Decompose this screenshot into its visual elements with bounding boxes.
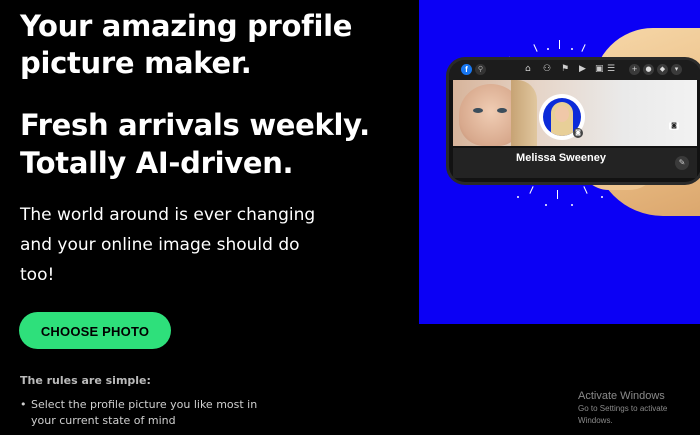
marketplace-icon: ▣: [595, 64, 604, 74]
avatar-face: [555, 106, 569, 122]
phone-top-bar: f ⚲ ⌂ ⚇ ⚑ ▶ ▣ ☰ + ● ◆ ▾: [449, 60, 700, 80]
choose-photo-button[interactable]: CHOOSE PHOTO: [19, 312, 171, 349]
notification-icon: ◆: [657, 64, 668, 75]
camera-icon: ◙: [669, 122, 679, 130]
sparkle-dot: [517, 196, 519, 198]
rule-text: Select the profile picture you like most…: [31, 398, 258, 427]
sparkle-ray: [559, 40, 560, 49]
flag-icon: ⚑: [561, 64, 570, 74]
promo-image: f ⚲ ⌂ ⚇ ⚑ ▶ ▣ ☰ + ● ◆ ▾ ◙ ◙ Melissa Swee…: [419, 0, 700, 324]
friends-icon: ⚇: [543, 64, 552, 74]
sparkle-dot: [571, 48, 573, 50]
page-title: Your amazing profile picture maker.: [20, 9, 353, 80]
sparkle-dot: [571, 204, 573, 206]
phone-mockup: f ⚲ ⌂ ⚇ ⚑ ▶ ▣ ☰ + ● ◆ ▾ ◙ ◙ Melissa Swee…: [449, 60, 700, 182]
messenger-icon: ●: [643, 64, 654, 75]
page-description: The world around is ever changing and yo…: [20, 205, 316, 285]
sparkle-ray: [533, 44, 538, 52]
video-icon: ▶: [579, 64, 586, 74]
profile-name: Melissa Sweeney: [516, 152, 606, 164]
sparkle-ray: [583, 186, 588, 194]
sparkle-dot: [545, 204, 547, 206]
watermark-subtitle: Go to Settings to activate Windows.: [578, 404, 668, 425]
left-eye: [473, 108, 483, 113]
rules-heading: The rules are simple:: [20, 374, 151, 387]
plus-icon: +: [629, 64, 640, 75]
sparkle-ray: [557, 190, 558, 199]
sparkle-ray: [581, 44, 586, 52]
right-eye: [497, 108, 507, 113]
chevron-down-icon: ▾: [671, 64, 682, 75]
search-icon: ⚲: [475, 64, 486, 75]
rules-list: • Select the profile picture you like mo…: [20, 397, 280, 429]
facebook-icon: f: [461, 64, 472, 75]
list-item: • Select the profile picture you like mo…: [20, 397, 280, 429]
watermark-title: Activate Windows: [578, 390, 665, 402]
sparkle-dot: [601, 196, 603, 198]
sparkle-ray: [529, 186, 534, 194]
avatar-camera-icon: ◙: [573, 128, 583, 138]
page-subtitle: Fresh arrivals weekly. Totally AI-driven…: [20, 108, 370, 180]
activate-windows-watermark: Activate Windows Go to Settings to activ…: [578, 390, 700, 427]
edit-icon: ✎: [675, 156, 689, 170]
sparkle-dot: [547, 48, 549, 50]
home-icon: ⌂: [525, 64, 531, 74]
cover-hair: [511, 80, 537, 146]
menu-icon: ☰: [607, 64, 616, 74]
bullet-icon: •: [20, 398, 27, 411]
profile-name-bar: Melissa Sweeney ✎: [453, 148, 697, 178]
